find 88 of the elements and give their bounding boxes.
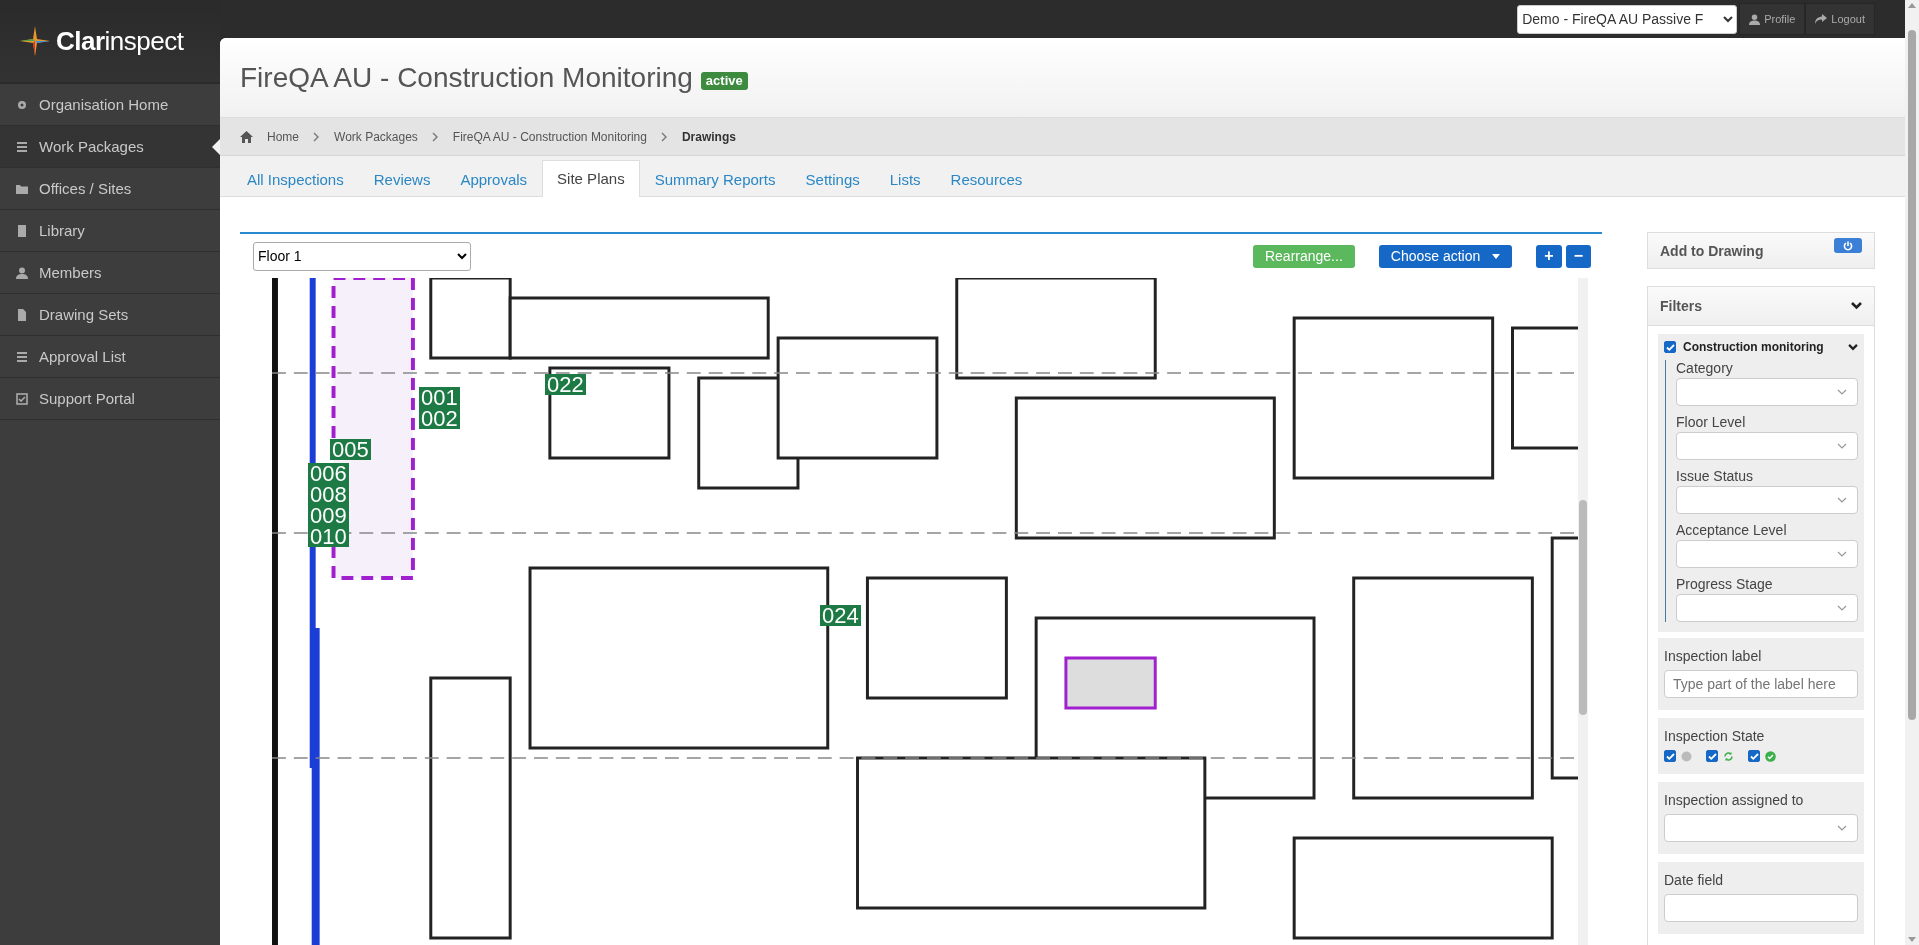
inspection-marker[interactable]: 008 — [308, 484, 349, 505]
panel-title: Add to Drawing — [1660, 242, 1764, 259]
refresh-icon — [1723, 750, 1734, 762]
inspection-marker[interactable]: 009 — [308, 505, 349, 526]
dropdown-field[interactable] — [1676, 486, 1858, 514]
share-icon — [1815, 13, 1828, 25]
chevron-icon — [313, 131, 320, 142]
field-label: Inspection label — [1664, 648, 1763, 664]
power-button[interactable] — [1834, 238, 1862, 253]
inspection-marker[interactable]: 024 — [820, 605, 861, 626]
home-icon — [240, 130, 253, 143]
dropdown-field[interactable] — [1676, 594, 1858, 622]
tab[interactable]: Site Plans — [542, 160, 640, 197]
inspection-marker[interactable]: 006 — [308, 463, 349, 484]
inspection-marker[interactable]: 002 — [419, 408, 460, 429]
panel-title: Filters — [1660, 298, 1702, 314]
breadcrumb-link[interactable]: FireQA AU - Construction Monitoring — [452, 129, 647, 144]
scroll-down-icon[interactable] — [1908, 937, 1916, 942]
status-badge: active — [700, 71, 748, 90]
checkbox[interactable] — [1706, 750, 1718, 762]
sidebar-icon — [16, 308, 28, 321]
dropdown-field[interactable] — [1676, 432, 1858, 460]
breadcrumb-link[interactable]: Work Packages — [334, 129, 418, 144]
checkbox[interactable] — [1748, 750, 1760, 762]
inspection-marker[interactable]: 005 — [330, 439, 371, 460]
scroll-up-icon[interactable] — [1908, 3, 1916, 8]
chevron-down-icon[interactable] — [1851, 302, 1862, 310]
dropdown-field[interactable] — [1676, 540, 1858, 568]
dropdown-field[interactable] — [1676, 378, 1858, 406]
tab[interactable]: Lists — [874, 161, 936, 197]
sidebar-icon — [16, 224, 28, 237]
chevron-icon — [431, 131, 439, 142]
sidebar-icon — [16, 98, 28, 111]
inspection-marker[interactable]: 010 — [308, 526, 349, 547]
zoom-out-button[interactable]: − — [1565, 244, 1591, 268]
sidebar-icon — [16, 182, 28, 195]
checkbox[interactable] — [1664, 341, 1676, 353]
chevron-down-icon — [1837, 551, 1847, 557]
chevron-down-icon — [1837, 443, 1847, 449]
field-label: Date field — [1664, 872, 1725, 888]
power-icon — [1843, 240, 1853, 251]
breadcrumb-link[interactable]: Home — [267, 129, 299, 144]
zoom-in-button[interactable]: + — [1536, 244, 1562, 268]
field-label: Issue Status — [1676, 468, 1755, 484]
tab[interactable]: Approvals — [445, 161, 543, 197]
user-icon — [1749, 13, 1761, 25]
group-label: Construction monitoring — [1683, 340, 1825, 354]
sidebar-item[interactable]: Work Packages — [0, 126, 220, 168]
label-input[interactable]: Type part of the label here — [1664, 670, 1858, 698]
page-title: FireQA AU - Construction Monitoring — [240, 61, 693, 94]
dropdown-field[interactable] — [1664, 894, 1858, 922]
logo-text: Clarinspect — [56, 25, 184, 57]
tab[interactable]: Settings — [790, 161, 875, 197]
field-label: Inspection assigned to — [1664, 792, 1805, 808]
check-circle-icon — [1765, 750, 1776, 762]
field-label: Category — [1676, 360, 1734, 376]
chevron-icon — [660, 131, 668, 142]
chevron-down-icon — [1837, 497, 1847, 503]
sidebar-icon — [16, 266, 28, 279]
chevron-down-icon — [1837, 605, 1847, 611]
account-select[interactable]: Demo - FireQA AU Passive F — [1517, 4, 1738, 34]
field-label: Progress Stage — [1676, 576, 1774, 592]
floor-select[interactable]: Floor 1 — [253, 241, 471, 271]
chevron-down-icon — [1837, 389, 1847, 395]
dropdown-field[interactable] — [1664, 814, 1858, 842]
chevron-down-icon[interactable] — [1848, 343, 1858, 351]
inspection-marker[interactable]: 022 — [545, 374, 586, 395]
field-label: Acceptance Level — [1676, 522, 1788, 538]
tab[interactable]: Resources — [935, 161, 1038, 197]
page-scrollbar[interactable] — [1905, 0, 1919, 945]
header-button[interactable]: Profile — [1739, 3, 1806, 35]
inspection-marker[interactable]: 001 — [419, 387, 460, 408]
checkbox[interactable] — [1664, 750, 1676, 762]
choose-action-button[interactable]: Choose action — [1378, 244, 1513, 268]
header-button[interactable]: Logout — [1805, 3, 1875, 35]
tab[interactable]: All Inspections — [232, 161, 359, 197]
field-label: Floor Level — [1676, 414, 1747, 430]
sidebar-icon — [16, 140, 28, 153]
status-dot-icon — [1681, 750, 1692, 762]
field-label: Inspection State — [1664, 728, 1766, 744]
tab[interactable]: Reviews — [358, 161, 446, 197]
tab[interactable]: Summary Reports — [639, 161, 791, 197]
sidebar-icon — [16, 392, 28, 405]
chevron-down-icon — [1837, 825, 1847, 831]
breadcrumb-current: Drawings — [681, 129, 736, 144]
plan-scrollbar[interactable] — [1578, 278, 1588, 945]
sidebar-icon — [16, 350, 28, 363]
caret-icon — [1492, 253, 1501, 259]
